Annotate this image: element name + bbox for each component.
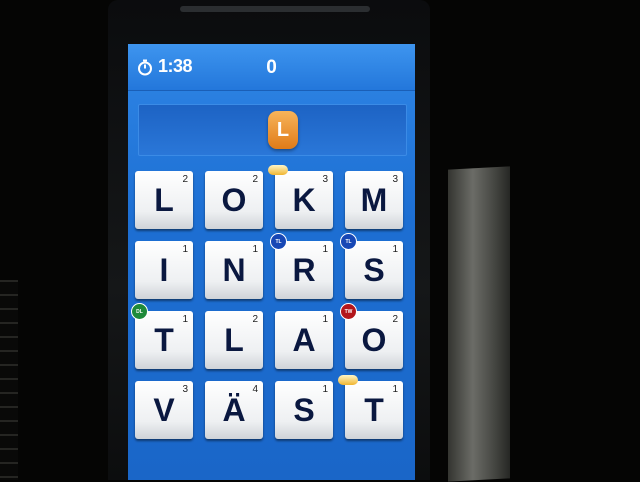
tile-letter: A bbox=[292, 321, 316, 358]
tile-points: 2 bbox=[252, 314, 258, 325]
tile-letter: O bbox=[361, 321, 387, 358]
tile-letter: N bbox=[222, 251, 246, 288]
triple-letter-badge: TL bbox=[340, 233, 357, 250]
tile-letter: L bbox=[154, 181, 174, 218]
tile-points: 1 bbox=[182, 244, 188, 255]
tile-letter: T bbox=[364, 391, 384, 428]
tile-points: 2 bbox=[392, 314, 398, 325]
tile-points: 2 bbox=[252, 174, 258, 185]
letter-tile[interactable]: S 1 bbox=[275, 381, 333, 439]
letter-tile[interactable]: M 3 bbox=[345, 171, 403, 229]
tile-letter: T bbox=[154, 321, 174, 358]
double-letter-badge: DL bbox=[131, 303, 148, 320]
tile-letter: K bbox=[292, 181, 316, 218]
letter-tile[interactable]: L 2 bbox=[135, 171, 193, 229]
letter-grid: L 2 O 2 K 3 M 3 I 1 N 1 R 1 S 1 T 1 L 2 … bbox=[131, 165, 414, 446]
tile-points: 4 bbox=[252, 384, 258, 395]
tile-letter: R bbox=[292, 251, 316, 288]
tile-points: 3 bbox=[182, 384, 188, 395]
tile-points: 1 bbox=[322, 384, 328, 395]
top-bar: 1:38 0 bbox=[128, 44, 415, 91]
triple-word-badge: TW bbox=[340, 303, 357, 320]
tile-points: 1 bbox=[322, 314, 328, 325]
tile-points: 1 bbox=[182, 314, 188, 325]
tile-letter: M bbox=[360, 181, 388, 218]
game-screen: 1:38 0 L L 2 O 2 K 3 M 3 I 1 N 1 R 1 S 1… bbox=[128, 44, 415, 480]
tile-points: 2 bbox=[182, 174, 188, 185]
tile-letter: I bbox=[159, 251, 169, 288]
letter-tile[interactable]: O 2 bbox=[205, 171, 263, 229]
letter-tile[interactable]: Ä 4 bbox=[205, 381, 263, 439]
tile-points: 3 bbox=[322, 174, 328, 185]
letter-tile[interactable]: N 1 bbox=[205, 241, 263, 299]
tile-points: 1 bbox=[392, 244, 398, 255]
letter-tile[interactable]: T 1 bbox=[135, 311, 193, 369]
letter-tile[interactable]: K 3 bbox=[275, 171, 333, 229]
letter-tile[interactable]: I 1 bbox=[135, 241, 193, 299]
tile-points: 1 bbox=[392, 384, 398, 395]
bonus-marker bbox=[338, 375, 358, 385]
letter-tile[interactable]: O 2 bbox=[345, 311, 403, 369]
letter-tile[interactable]: T 1 bbox=[345, 381, 403, 439]
tile-letter: V bbox=[153, 391, 175, 428]
tile-letter: O bbox=[221, 181, 247, 218]
phone-speaker bbox=[180, 6, 370, 12]
letter-tile[interactable]: S 1 bbox=[345, 241, 403, 299]
current-word-bar: L bbox=[138, 104, 407, 156]
tile-points: 3 bbox=[392, 174, 398, 185]
background-paper bbox=[448, 166, 510, 482]
tile-letter: S bbox=[363, 251, 385, 288]
tile-letter: S bbox=[293, 391, 315, 428]
tile-points: 1 bbox=[322, 244, 328, 255]
bonus-marker bbox=[268, 165, 288, 175]
letter-tile[interactable]: L 2 bbox=[205, 311, 263, 369]
tile-letter: L bbox=[224, 321, 244, 358]
letter-tile[interactable]: A 1 bbox=[275, 311, 333, 369]
score: 0 bbox=[266, 57, 277, 78]
triple-letter-badge: TL bbox=[270, 233, 287, 250]
background-ruler bbox=[0, 280, 18, 480]
tile-points: 1 bbox=[252, 244, 258, 255]
letter-tile[interactable]: R 1 bbox=[275, 241, 333, 299]
letter-tile[interactable]: V 3 bbox=[135, 381, 193, 439]
current-word-tile[interactable]: L bbox=[268, 111, 298, 149]
tile-letter: Ä bbox=[222, 391, 246, 428]
